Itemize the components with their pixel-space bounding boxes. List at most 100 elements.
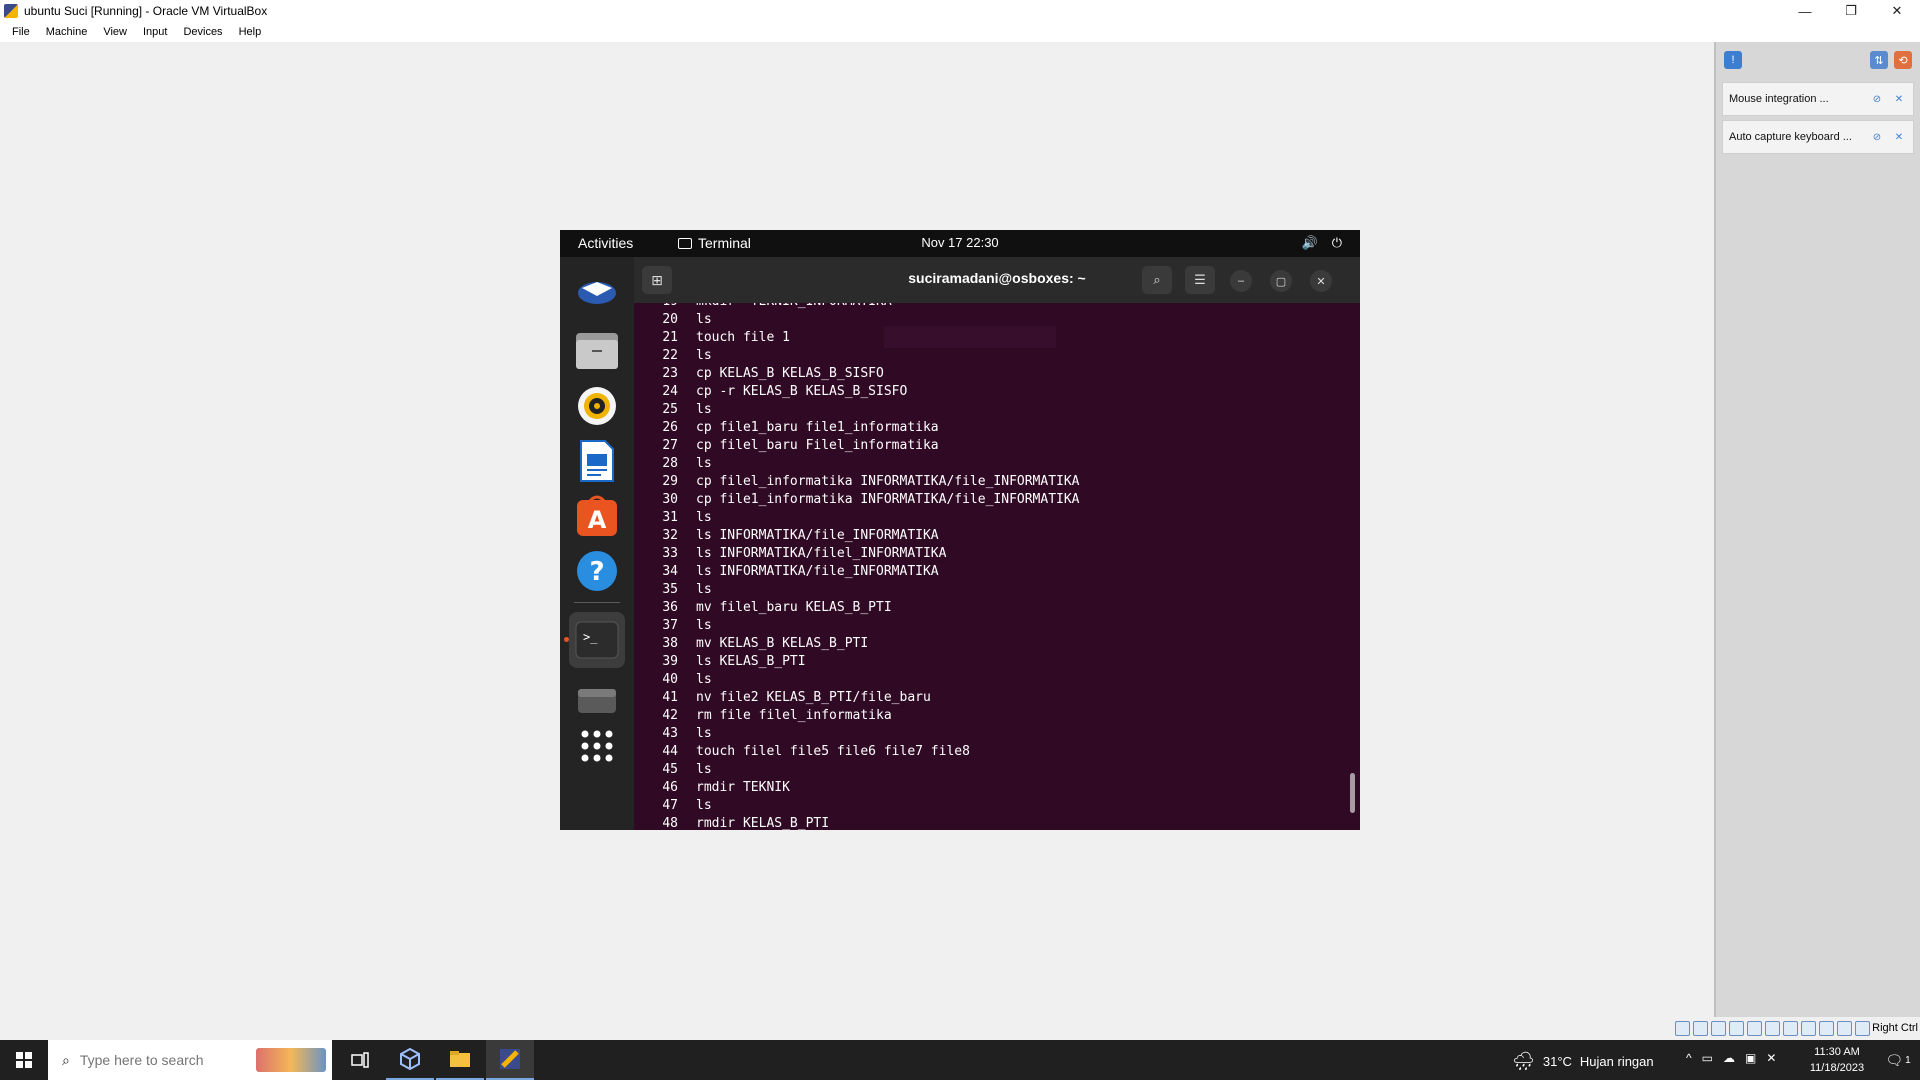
screen-snip-overlay bbox=[884, 326, 1056, 348]
history-command: cp file1_baru file1_informatika bbox=[696, 420, 939, 435]
writer-icon[interactable] bbox=[573, 437, 621, 485]
history-command: ls bbox=[696, 348, 712, 363]
history-number: 42 bbox=[662, 708, 678, 723]
history-command: cp filel_informatika INFORMATIKA/file_IN… bbox=[696, 474, 1080, 489]
history-command: ls bbox=[696, 582, 712, 597]
usb-status-icon[interactable] bbox=[1747, 1021, 1762, 1036]
files-icon[interactable] bbox=[573, 327, 621, 375]
history-number: 30 bbox=[662, 492, 678, 507]
history-list: 19 mkdir TEKNIK_INFORMATIKA 20 ls 21 touch fi… bbox=[634, 303, 1080, 830]
terminal-minimize-button[interactable]: – bbox=[1230, 270, 1252, 292]
meet-now-icon[interactable]: ▭ bbox=[1702, 1051, 1713, 1065]
history-command: ls bbox=[696, 402, 712, 417]
history-command: ls INFORMATIKA/filel_INFORMATIKA bbox=[696, 546, 947, 561]
notification-close-icon[interactable]: ✕ bbox=[1891, 129, 1907, 145]
software-icon[interactable]: A bbox=[573, 492, 621, 540]
running-indicator bbox=[564, 637, 569, 642]
terminal-close-button[interactable]: ✕ bbox=[1310, 270, 1332, 292]
search-button[interactable]: ⌕ bbox=[1142, 266, 1172, 294]
history-line: 48 rmdir KELAS_B_PTI bbox=[634, 815, 1080, 830]
volume-icon[interactable]: 🔊 bbox=[1302, 235, 1318, 251]
hamburger-menu-button[interactable]: ☰ bbox=[1185, 266, 1215, 294]
history-line: 29 cp filel_informatika INFORMATIKA/file_… bbox=[634, 473, 1080, 491]
power-icon[interactable]: ⏻ bbox=[1332, 235, 1342, 251]
shared-folders-status-icon[interactable] bbox=[1765, 1021, 1780, 1036]
menu-machine[interactable]: Machine bbox=[38, 26, 96, 38]
menu-input[interactable]: Input bbox=[135, 26, 175, 38]
terminal-scrollbar[interactable] bbox=[1350, 773, 1355, 813]
vt-x-status-icon[interactable] bbox=[1819, 1021, 1834, 1036]
audio-status-icon[interactable] bbox=[1711, 1021, 1726, 1036]
action-center-button[interactable]: 🗨 1 bbox=[1876, 1040, 1920, 1080]
onedrive-icon[interactable]: ☁ bbox=[1723, 1051, 1735, 1065]
history-number: 26 bbox=[662, 420, 678, 435]
recording-status-icon[interactable] bbox=[1801, 1021, 1816, 1036]
history-command: cp KELAS_B KELAS_B_SISFO bbox=[696, 366, 884, 381]
mouse-integration-status-icon[interactable] bbox=[1837, 1021, 1852, 1036]
sort-icon[interactable]: ⇅ bbox=[1870, 51, 1888, 69]
history-number: 33 bbox=[662, 546, 678, 561]
optical-drive-status-icon[interactable] bbox=[1693, 1021, 1708, 1036]
notification-icon[interactable]: ! bbox=[1724, 51, 1742, 69]
terminal-output[interactable]: 19 mkdir TEKNIK_INFORMATIKA 20 ls 21 touch fi… bbox=[634, 303, 1360, 830]
menu-file[interactable]: File bbox=[4, 26, 38, 38]
history-number: 28 bbox=[662, 456, 678, 471]
ubuntu-guest-screen[interactable]: Activities Terminal Nov 17 22:30 🔊 ⏻ A ? bbox=[560, 230, 1360, 830]
speaker-muted-icon[interactable]: ✕ bbox=[1766, 1051, 1776, 1065]
vm-window-taskbar-icon[interactable] bbox=[486, 1040, 534, 1080]
file-explorer-icon[interactable] bbox=[436, 1040, 484, 1080]
search-input[interactable] bbox=[79, 1052, 240, 1068]
rhythmbox-icon[interactable] bbox=[573, 382, 621, 430]
history-line: 41 nv file2 KELAS_B_PTI/file_baru bbox=[634, 689, 1080, 707]
show-hidden-icons-chevron-icon[interactable]: ^ bbox=[1686, 1051, 1692, 1065]
notification-auto-capture-keyboard[interactable]: Auto capture keyboard ... ⊘ ✕ bbox=[1722, 120, 1914, 154]
history-command: ls bbox=[696, 618, 712, 633]
menu-devices[interactable]: Devices bbox=[175, 26, 230, 38]
history-command: ls INFORMATIKA/file_INFORMATIKA bbox=[696, 564, 939, 579]
ubuntu-dock: A ? >_ bbox=[560, 257, 634, 830]
virtualbox-taskbar-icon[interactable] bbox=[386, 1040, 434, 1080]
hard-disk-status-icon[interactable] bbox=[1675, 1021, 1690, 1036]
keyboard-capture-status-icon[interactable] bbox=[1855, 1021, 1870, 1036]
network-icon[interactable]: ▣ bbox=[1745, 1051, 1756, 1065]
start-button[interactable] bbox=[0, 1040, 48, 1080]
notification-mouse-integration[interactable]: Mouse integration ... ⊘ ✕ bbox=[1722, 82, 1914, 116]
history-command: ls bbox=[696, 672, 712, 687]
history-number: 21 bbox=[662, 330, 678, 345]
taskbar-clock[interactable]: 11:30 AM 11/18/2023 bbox=[1800, 1044, 1874, 1076]
minimize-button[interactable]: — bbox=[1782, 0, 1828, 22]
history-line: 42 rm file filel_informatika bbox=[634, 707, 1080, 725]
notification-mute-icon[interactable]: ⊘ bbox=[1869, 129, 1885, 145]
history-command: nv file2 KELAS_B_PTI/file_baru bbox=[696, 690, 931, 705]
clear-all-icon[interactable]: ⟲ bbox=[1894, 51, 1912, 69]
history-line: 26 cp file1_baru file1_informatika bbox=[634, 419, 1080, 437]
network-status-icon[interactable] bbox=[1729, 1021, 1744, 1036]
terminal-window[interactable]: ⊞ suciramadani@osboxes: ~ ⌕ ☰ – ▢ ✕ 19 mk… bbox=[634, 257, 1360, 830]
task-view-icon[interactable] bbox=[336, 1040, 384, 1080]
app-grid-icon[interactable] bbox=[573, 722, 621, 770]
history-line: 34 ls INFORMATIKA/file_INFORMATIKA bbox=[634, 563, 1080, 581]
notification-close-icon[interactable]: ✕ bbox=[1891, 91, 1907, 107]
history-line: 19 mkdir TEKNIK_INFORMATIKA bbox=[634, 303, 1080, 311]
taskbar-search-box[interactable]: ⌕ bbox=[48, 1040, 332, 1080]
history-number: 35 bbox=[662, 582, 678, 597]
history-command: ls bbox=[696, 762, 712, 777]
menu-help[interactable]: Help bbox=[231, 26, 270, 38]
close-button[interactable]: ✕ bbox=[1874, 0, 1920, 22]
disk-icon[interactable] bbox=[573, 677, 621, 725]
guest-clock[interactable]: Nov 17 22:30 bbox=[560, 235, 1360, 250]
notification-mute-icon[interactable]: ⊘ bbox=[1869, 91, 1885, 107]
restore-button[interactable]: ❐ bbox=[1828, 0, 1874, 22]
history-line: 30 cp file1_informatika INFORMATIKA/file_… bbox=[634, 491, 1079, 509]
history-number: 44 bbox=[662, 744, 678, 759]
terminal-glyph: >_ bbox=[583, 630, 598, 644]
thunderbird-icon[interactable] bbox=[573, 267, 621, 315]
terminal-icon[interactable]: >_ bbox=[569, 612, 625, 668]
terminal-maximize-button[interactable]: ▢ bbox=[1270, 270, 1292, 292]
virtualbox-titlebar: ubuntu Suci [Running] - Oracle VM Virtua… bbox=[0, 0, 1920, 22]
help-icon[interactable]: ? bbox=[573, 547, 621, 595]
menu-view[interactable]: View bbox=[95, 26, 135, 38]
display-status-icon[interactable] bbox=[1783, 1021, 1798, 1036]
weather-widget[interactable]: 🌧 31°C Hujan ringan bbox=[1512, 1051, 1654, 1072]
history-line: 45 ls bbox=[634, 761, 1080, 779]
